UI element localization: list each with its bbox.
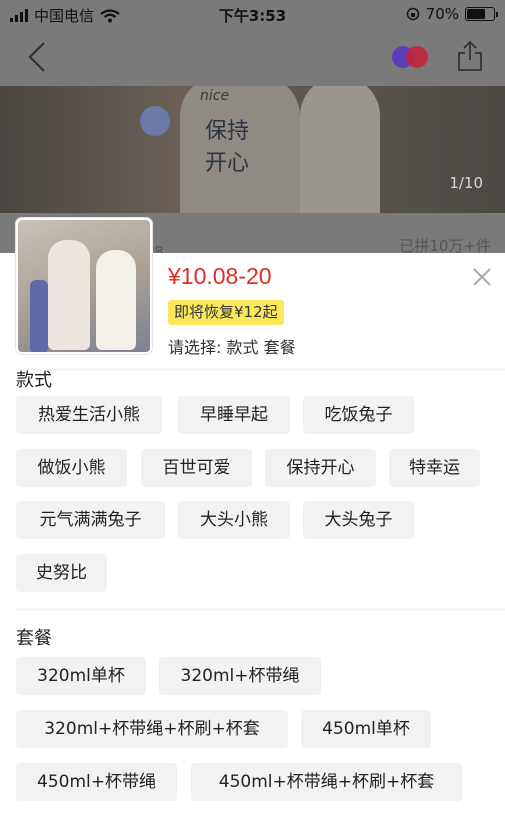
gallery-text-nice: nice (200, 88, 230, 104)
style-option[interactable]: 大头小熊 (178, 501, 290, 539)
price-range: ¥10.08-20 (168, 263, 272, 289)
status-bar: 中国电信 下午3:53 70% (0, 0, 505, 28)
gallery-decoration (140, 106, 170, 136)
selection-hint: 请选择: 款式 套餐 (168, 338, 296, 357)
package-option[interactable]: 450ml单杯 (301, 710, 431, 748)
share-icon[interactable] (456, 40, 484, 72)
battery-percent: 70% (425, 5, 459, 23)
style-option[interactable]: 热爱生活小熊 (16, 396, 162, 434)
package-option[interactable]: 320ml单杯 (16, 657, 146, 695)
gallery-text-line1: 保持 (205, 119, 250, 144)
close-icon[interactable] (470, 265, 494, 289)
package-option[interactable]: 450ml+杯带绳 (16, 763, 177, 801)
divider (16, 369, 505, 370)
brand-dots-icon[interactable] (392, 46, 430, 68)
product-gallery[interactable]: nice 保持 开心 1/10 (0, 86, 505, 213)
style-option[interactable]: 元气满满兔子 (16, 501, 165, 539)
style-option[interactable]: 吃饭兔子 (303, 396, 414, 434)
style-option[interactable]: 保持开心 (265, 449, 376, 487)
gallery-text-line2: 开心 (205, 151, 250, 176)
top-nav (0, 28, 505, 86)
style-option[interactable]: 百世可爱 (141, 449, 252, 487)
style-option[interactable]: 大头兔子 (303, 501, 414, 539)
package-option[interactable]: 320ml+杯带绳+杯刷+杯套 (16, 710, 288, 748)
back-icon[interactable] (24, 40, 54, 74)
style-section-title: 款式 (16, 370, 52, 391)
style-option[interactable]: 做饭小熊 (16, 449, 127, 487)
gallery-counter: 1/10 (449, 174, 483, 192)
style-option[interactable]: 特幸运 (389, 449, 480, 487)
package-option[interactable]: 320ml+杯带绳 (159, 657, 321, 695)
battery-icon (465, 7, 498, 21)
gallery-text: 保持 开心 (205, 116, 249, 180)
style-option[interactable]: 早睡早起 (178, 396, 290, 434)
style-option[interactable]: 史努比 (16, 554, 107, 592)
package-option[interactable]: 450ml+杯带绳+杯刷+杯套 (191, 763, 462, 801)
rotation-lock-icon (406, 7, 419, 21)
product-thumbnail[interactable] (16, 218, 152, 354)
package-section-title: 套餐 (16, 628, 52, 649)
divider (16, 609, 505, 610)
gallery-bottle (300, 86, 380, 213)
restore-price-badge: 即将恢复¥12起 (168, 300, 284, 325)
